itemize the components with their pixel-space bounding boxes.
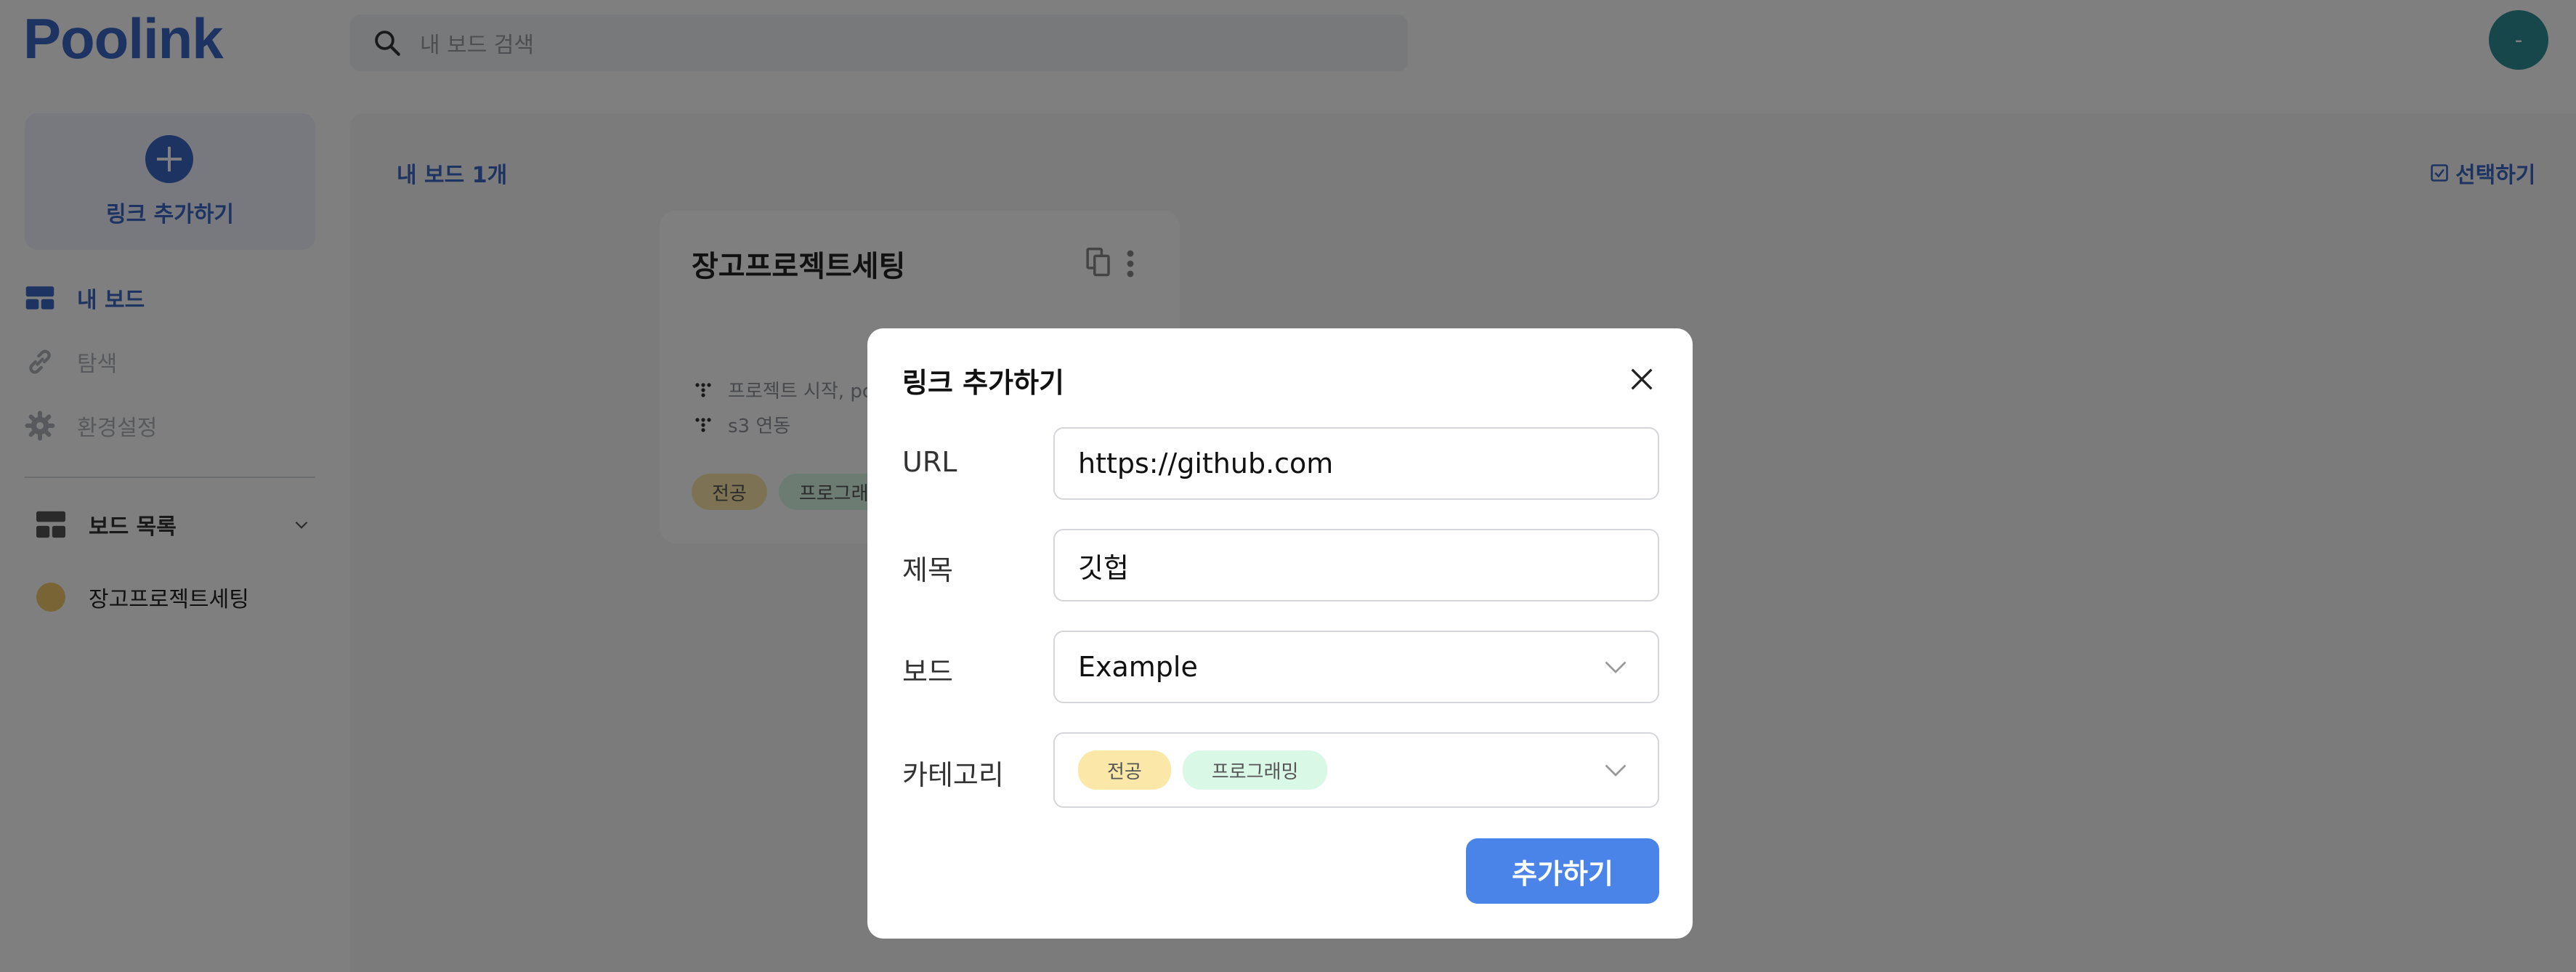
title-input[interactable] — [1078, 549, 1630, 581]
category-tags: 전공 프로그래밍 — [1078, 750, 1328, 790]
chevron-down-icon — [1605, 764, 1627, 777]
category-label: 카테고리 — [902, 759, 1004, 791]
title-label: 제목 — [902, 554, 953, 586]
add-submit-button[interactable]: 추가하기 — [1466, 838, 1659, 904]
modal-title: 링크 추가하기 — [902, 367, 1064, 399]
title-field[interactable] — [1053, 529, 1659, 602]
category-tag[interactable]: 프로그래밍 — [1182, 750, 1328, 790]
category-select[interactable]: 전공 프로그래밍 — [1053, 732, 1659, 808]
add-link-modal: 링크 추가하기 URL 제목 보드 Example 카테고리 전공 프로그래밍 … — [867, 328, 1693, 939]
url-label: URL — [902, 446, 957, 478]
board-select[interactable]: Example — [1053, 631, 1659, 703]
close-icon[interactable] — [1627, 365, 1656, 394]
category-tag[interactable]: 전공 — [1078, 750, 1171, 790]
url-input[interactable] — [1078, 447, 1630, 479]
chevron-down-icon — [1605, 661, 1627, 673]
board-label: 보드 — [902, 656, 953, 688]
url-field[interactable] — [1053, 427, 1659, 500]
board-select-value: Example — [1078, 651, 1198, 683]
